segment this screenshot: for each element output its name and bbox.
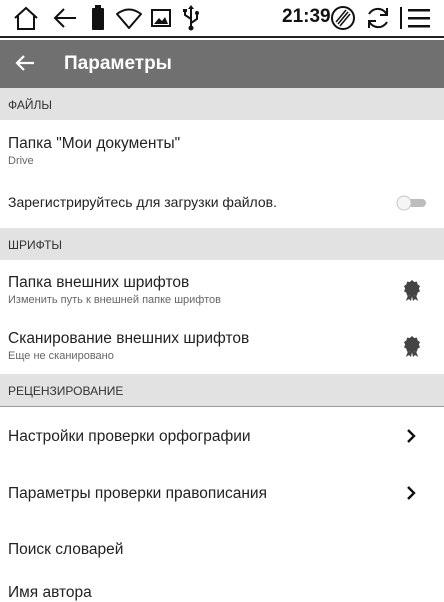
page-title: Параметры bbox=[64, 53, 172, 74]
item-subtitle: Drive bbox=[8, 155, 34, 167]
item-title: Поиск словарей bbox=[8, 541, 124, 558]
item-title: Настройки проверки орфографии bbox=[8, 428, 251, 445]
wifi-icon bbox=[114, 4, 144, 32]
search-dictionaries-item[interactable]: Поиск словарей bbox=[0, 521, 444, 571]
sync-icon[interactable] bbox=[364, 4, 392, 32]
item-title: Имя автора bbox=[8, 584, 92, 601]
register-upload-item[interactable]: Зарегистрируйтесь для загрузки файлов. bbox=[0, 176, 444, 228]
grammar-settings-item[interactable]: Параметры проверки правописания bbox=[0, 465, 444, 521]
back-arrow-icon[interactable] bbox=[14, 52, 38, 76]
chevron-right-icon bbox=[406, 486, 416, 500]
item-title: Папка внешних шрифтов bbox=[8, 274, 190, 291]
item-subtitle: Еще не сканировано bbox=[8, 350, 114, 362]
spelling-settings-item[interactable]: Настройки проверки орфографии bbox=[0, 407, 444, 465]
section-header-fonts: ШРИФТЫ bbox=[0, 228, 444, 260]
item-subtitle: Изменить путь к внешней папке шрифтов bbox=[8, 294, 221, 306]
status-bar: 21:39 bbox=[0, 0, 444, 38]
back-arrow-icon[interactable] bbox=[50, 4, 80, 32]
battery-icon bbox=[90, 4, 106, 32]
chevron-right-icon bbox=[406, 429, 416, 443]
app-bar: Параметры bbox=[0, 40, 444, 88]
cleaner-icon[interactable] bbox=[330, 4, 356, 32]
item-title: Зарегистрируйтесь для загрузки файлов. bbox=[8, 194, 278, 210]
section-label: ФАЙЛЫ bbox=[8, 98, 52, 112]
usb-icon bbox=[180, 4, 202, 32]
section-header-files: ФАЙЛЫ bbox=[0, 88, 444, 120]
item-title: Параметры проверки правописания bbox=[8, 485, 267, 502]
item-title: Сканирование внешних шрифтов bbox=[8, 330, 250, 347]
premium-badge-icon bbox=[402, 279, 422, 301]
clock-time: 21:39 bbox=[282, 6, 331, 27]
section-label: РЕЦЕНЗИРОВАНИЕ bbox=[8, 384, 124, 398]
scan-fonts-item[interactable]: Сканирование внешних шрифтов Еще не скан… bbox=[0, 316, 444, 372]
section-label: ШРИФТЫ bbox=[8, 238, 63, 252]
register-toggle[interactable] bbox=[396, 195, 428, 211]
author-name-item[interactable]: Имя автора bbox=[0, 571, 444, 601]
item-title: Папка "Мои документы" bbox=[8, 135, 181, 152]
section-header-review: РЕЦЕНЗИРОВАНИЕ bbox=[0, 374, 444, 406]
documents-folder-item[interactable]: Папка "Мои документы" Drive bbox=[0, 120, 444, 176]
home-icon[interactable] bbox=[10, 4, 42, 32]
menu-icon[interactable] bbox=[398, 4, 432, 32]
premium-badge-icon bbox=[402, 335, 422, 357]
external-fonts-folder-item[interactable]: Папка внешних шрифтов Изменить путь к вн… bbox=[0, 260, 444, 316]
image-icon bbox=[150, 4, 172, 32]
